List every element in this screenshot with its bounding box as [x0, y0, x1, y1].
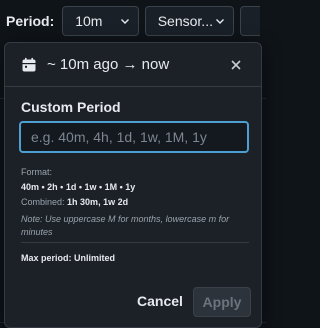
format-units: 40m • 2h • 1d • 1w • 1M • 1y: [21, 182, 136, 192]
toolbar: Period: 10m Sensor...: [0, 0, 266, 42]
calendar-icon: [22, 57, 36, 71]
combined-label: Combined:: [21, 197, 65, 207]
chevron-down-icon: [120, 19, 129, 24]
apply-button[interactable]: Apply: [193, 287, 251, 317]
popover-header: ~ 10m ago → now: [5, 43, 261, 87]
period-label: Period:: [6, 13, 55, 29]
period-select-value: 10m: [75, 13, 103, 29]
max-period: Max period: Unlimited: [21, 253, 116, 263]
period-select[interactable]: 10m: [62, 6, 139, 36]
close-icon[interactable]: [229, 58, 243, 72]
cancel-button[interactable]: Cancel: [133, 287, 187, 315]
sensor-select-value: Sensor...: [157, 13, 213, 29]
custom-period-input[interactable]: [19, 121, 249, 153]
combined-row: Combined: 1h 30m, 1w 2d: [21, 197, 128, 207]
popover-title: ~ 10m ago → now: [47, 56, 170, 73]
chevron-down-icon: [215, 19, 224, 24]
toolbar-extra-button[interactable]: [239, 6, 260, 36]
sensor-select[interactable]: Sensor...: [144, 6, 234, 36]
format-note: Note: Use uppercase M for months, lowerc…: [21, 214, 230, 237]
custom-period-popover: ~ 10m ago → now Custom Period Format: 40…: [4, 42, 262, 328]
popover-divider: [21, 242, 249, 243]
format-label: Format:: [21, 167, 53, 177]
combined-value: 1h 30m, 1w 2d: [67, 197, 129, 207]
custom-period-heading: Custom Period: [21, 99, 121, 115]
